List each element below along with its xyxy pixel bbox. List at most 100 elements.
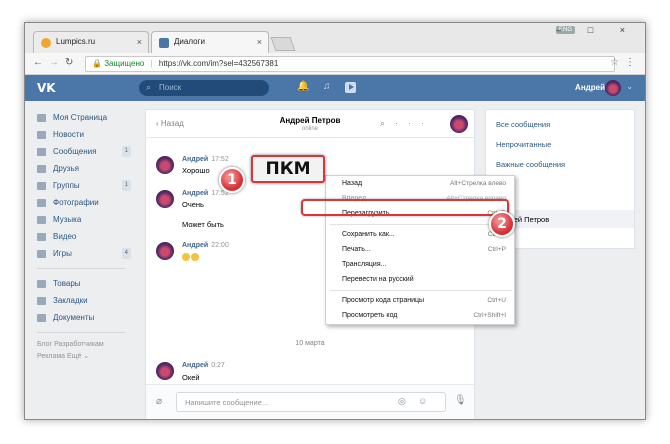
sidebar-item-messages[interactable]: Сообщения 1 (37, 143, 137, 160)
sidebar-divider (37, 268, 125, 269)
message-avatar[interactable] (156, 156, 174, 174)
games-icon (37, 250, 46, 258)
tab-dialogs[interactable]: Диалоги × (151, 31, 269, 53)
menu-item-inspect[interactable]: Просмотреть код Ctrl+Shift+I (326, 310, 514, 323)
sidebar-item-label: Друзья (53, 164, 79, 173)
step-2-marker: 2 (489, 211, 515, 237)
more-icon[interactable]: ··· (395, 118, 434, 128)
message-avatar[interactable] (156, 242, 174, 260)
back-arrow-icon[interactable]: ← (33, 57, 43, 68)
search-icon: ⌕ (146, 82, 152, 92)
right-click-label: ПКМ (251, 155, 325, 183)
sidebar-footer-links-1[interactable]: Блог Разработчикам (37, 339, 137, 351)
smiling-emoji-icon (191, 253, 199, 261)
reload-icon[interactable]: ↻ (65, 57, 73, 68)
browser-menu-icon[interactable]: ⋮ (625, 57, 635, 68)
chat-actions[interactable]: ⌕··· (380, 118, 434, 129)
message-author[interactable]: Андрей 22:00 (182, 242, 229, 249)
message-time: 0:27 (211, 362, 225, 369)
menu-item-print[interactable]: Печать... Ctrl+P (326, 244, 514, 257)
sidebar-item-photos[interactable]: Фотографии (37, 194, 137, 211)
chat-header: ‹ Назад Андрей Петров online ⌕··· (146, 110, 474, 138)
menu-item-cast[interactable]: Трансляция... (326, 259, 514, 272)
vk-logo[interactable]: VK (37, 81, 56, 95)
filter-unread[interactable]: Непрочитанные (496, 140, 551, 149)
document-icon (37, 314, 46, 322)
sidebar-item-documents[interactable]: Документы (37, 309, 137, 326)
microphone-icon[interactable]: 🎙 (454, 395, 467, 406)
filter-important[interactable]: Важные сообщения (496, 160, 565, 169)
sidebar-item-video[interactable]: Видео (37, 228, 137, 245)
url-text: https://vk.com/im?sel=432567381 (158, 59, 279, 68)
forward-arrow-icon[interactable]: → (49, 57, 59, 68)
sidebar-item-music[interactable]: Музыка (37, 211, 137, 228)
message-text: Может быть (182, 220, 224, 229)
address-bar[interactable]: 🔒 Защищено | https://vk.com/im?sel=43256… (85, 56, 615, 72)
menu-shortcut: Ctrl+U (487, 297, 506, 304)
sidebar-item-bookmarks[interactable]: Закладки (37, 292, 137, 309)
menu-shortcut: Alt+Стрелка влево (450, 180, 506, 187)
menu-shortcut: Ctrl+P (487, 246, 506, 253)
sidebar-item-label: Моя Страница (53, 113, 108, 122)
shopping-bag-icon (37, 280, 46, 288)
menu-item-translate[interactable]: Перевести на русский (326, 274, 514, 287)
new-tab-button[interactable] (270, 37, 296, 51)
tab-label: Lumpics.ru (56, 37, 96, 46)
sidebar-divider (37, 332, 125, 333)
sidebar-item-label: Фотографии (53, 198, 99, 207)
sidebar-item-games[interactable]: Игры 4 (37, 245, 137, 262)
emoji-icon[interactable]: ☺ (418, 396, 427, 406)
message-composer: ⌀ Напишите сообщение... ◎ ☺ 🎙 (146, 384, 474, 419)
star-icon (37, 297, 46, 305)
music-note-icon[interactable]: ♫ (323, 81, 331, 92)
close-tab-icon[interactable]: × (137, 37, 142, 47)
menu-item-back[interactable]: Назад Alt+Стрелка влево (326, 178, 514, 191)
grinning-emoji-icon (182, 253, 190, 261)
message-avatar[interactable] (156, 362, 174, 380)
camera-icon[interactable]: ◎ (398, 396, 406, 407)
message-text: Очень (182, 200, 204, 209)
search-icon[interactable]: ⌕ (380, 118, 395, 128)
vk-header: VK ⌕ Поиск 🔔 ♫ Андрей ⌄ (25, 75, 645, 101)
music-icon (37, 216, 46, 224)
filter-all-messages[interactable]: Все сообщения (496, 120, 550, 129)
header-avatar[interactable] (605, 80, 621, 96)
tab-lumpics[interactable]: Lumpics.ru × (33, 31, 149, 53)
chat-avatar[interactable] (450, 115, 468, 133)
emoji-message (182, 253, 200, 263)
messages-icon (37, 148, 46, 156)
vk-search-input[interactable]: ⌕ Поиск (139, 80, 269, 96)
browser-window: Lumpics.ru × Диалоги × ENG – □ × ← → ↻ 🔒… (24, 22, 646, 420)
bookmark-star-icon[interactable]: ☆ (610, 57, 619, 68)
sidebar-item-label: Музыка (53, 215, 82, 224)
menu-item-view-source[interactable]: Просмотр кода страницы Ctrl+U (326, 295, 514, 308)
play-icon[interactable] (345, 82, 356, 93)
message-author[interactable]: Андрей 17:52 (182, 156, 229, 163)
message-author[interactable]: Андрей 17:52 (182, 190, 229, 197)
notifications-bell-icon[interactable]: 🔔 (297, 81, 309, 92)
menu-item-save-as[interactable]: Сохранить как...Ctrl+S (326, 229, 514, 242)
sidebar-item-my-page[interactable]: Моя Страница (37, 109, 137, 126)
sidebar-item-label: Группы (53, 181, 80, 190)
sidebar-item-goods[interactable]: Товары (37, 275, 137, 292)
close-tab-icon[interactable]: × (257, 37, 262, 47)
paperclip-icon[interactable]: ⌀ (156, 396, 162, 407)
vk-sidebar: Моя Страница Новости Сообщения 1 Друзья Г… (37, 109, 137, 363)
chevron-down-icon[interactable]: ⌄ (626, 82, 633, 91)
online-counter-badge[interactable]: 1 ♟ (601, 419, 619, 420)
message-avatar[interactable] (156, 190, 174, 208)
tab-label: Диалоги (174, 37, 205, 46)
sidebar-item-friends[interactable]: Друзья (37, 160, 137, 177)
groups-icon (37, 182, 46, 190)
sidebar-item-label: Закладки (53, 296, 88, 305)
sidebar-item-news[interactable]: Новости (37, 126, 137, 143)
sidebar-item-label: Товары (53, 279, 81, 288)
header-user-name[interactable]: Андрей (575, 83, 605, 92)
menu-divider (330, 224, 512, 225)
sidebar-item-groups[interactable]: Группы 1 (37, 177, 137, 194)
lock-icon: 🔒 (92, 59, 102, 68)
lumpics-favicon-icon (41, 38, 51, 48)
window-controls[interactable]: – □ × (556, 25, 637, 35)
message-author[interactable]: Андрей 0:27 (182, 362, 225, 369)
sidebar-footer-links-2[interactable]: Реклама Ещё ⌄ (37, 351, 137, 363)
